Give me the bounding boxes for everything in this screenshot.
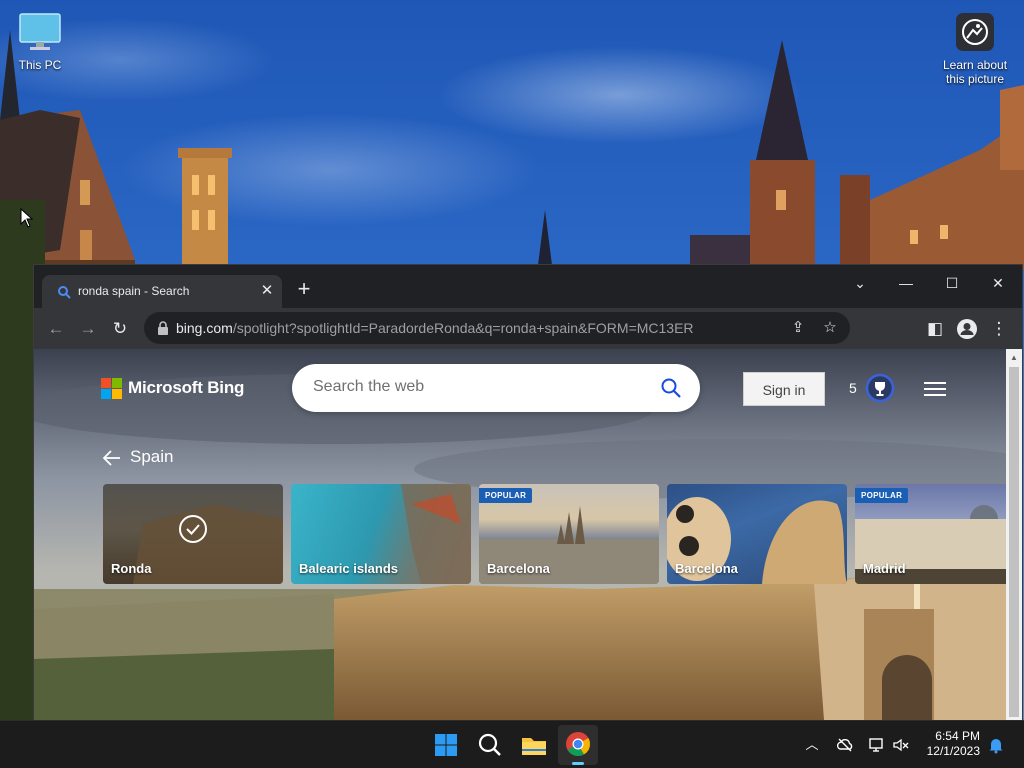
- show-hidden-icons-chevron[interactable]: ︿: [803, 736, 821, 754]
- card-barcelona-2[interactable]: Barcelona: [667, 484, 847, 584]
- tab-strip: ronda spain - Search ✕ + ⌄ — ☐ ✕: [34, 265, 1022, 308]
- rewards-trophy-icon[interactable]: [865, 373, 895, 403]
- this-pc-desktop-icon[interactable]: This PC: [0, 12, 80, 72]
- notification-bell-icon[interactable]: [987, 736, 1005, 754]
- new-tab-button[interactable]: +: [294, 278, 314, 300]
- onedrive-cloud-icon[interactable]: [836, 736, 854, 754]
- back-button[interactable]: ←: [45, 318, 67, 340]
- arrow-left-icon: [102, 450, 120, 466]
- popular-badge: POPULAR: [479, 488, 533, 503]
- wallpaper-spire: [538, 210, 552, 265]
- maximize-button[interactable]: ☐: [932, 269, 972, 297]
- minimize-button[interactable]: —: [886, 269, 926, 297]
- profile-avatar-icon[interactable]: [956, 318, 978, 340]
- share-icon[interactable]: ⇪: [788, 318, 808, 338]
- chrome-window: ronda spain - Search ✕ + ⌄ — ☐ ✕ ← → ↻ b…: [34, 265, 1022, 720]
- file-explorer-icon[interactable]: [518, 729, 550, 761]
- rewards-count: 5: [849, 380, 857, 396]
- lock-icon: [158, 321, 168, 335]
- scroll-up-icon[interactable]: ▲: [1009, 353, 1019, 363]
- card-balearic-islands[interactable]: Balearic islands: [291, 484, 471, 584]
- search-box[interactable]: Search the web: [292, 364, 700, 412]
- forward-button[interactable]: →: [77, 318, 99, 340]
- bing-brand-text: Microsoft Bing: [128, 378, 245, 397]
- bing-spotlight-page: Microsoft Bing Search the web Sign in 5: [34, 349, 1006, 720]
- mouse-cursor-icon: [20, 208, 34, 228]
- tab-title: ronda spain - Search: [78, 284, 190, 298]
- bookmark-star-icon[interactable]: ☆: [820, 318, 840, 338]
- card-label: Balearic islands: [299, 561, 398, 576]
- page-scrollbar[interactable]: ▲: [1006, 349, 1022, 720]
- side-panel-icon[interactable]: ◧: [924, 318, 946, 340]
- close-window-button[interactable]: ✕: [978, 269, 1018, 297]
- clock-date: 12/1/2023: [926, 744, 980, 758]
- tab-search-chevron-icon[interactable]: ⌄: [840, 269, 880, 297]
- scrollbar-thumb[interactable]: [1009, 367, 1019, 717]
- reload-button[interactable]: ↻: [109, 318, 131, 340]
- url-text: bing.com/spotlight?spotlightId=Paradorde…: [176, 320, 694, 336]
- this-pc-label: This PC: [18, 58, 62, 72]
- card-label: Barcelona: [487, 561, 550, 576]
- sign-in-button[interactable]: Sign in: [743, 372, 825, 406]
- taskbar-search-icon[interactable]: [474, 729, 506, 761]
- monitor-icon: [19, 13, 61, 50]
- card-label: Barcelona: [675, 561, 738, 576]
- camera-circle-icon: [956, 13, 994, 51]
- browser-toolbar: ← → ↻ bing.com/spotlight?spotlightId=Par…: [34, 308, 1022, 349]
- chrome-icon: [566, 732, 590, 757]
- search-favicon-icon: [58, 286, 71, 299]
- search-placeholder: Search the web: [313, 378, 425, 395]
- card-madrid[interactable]: POPULAR Madrid: [855, 484, 1006, 584]
- active-app-indicator: [572, 762, 584, 765]
- back-label: Spain: [130, 447, 174, 466]
- card-ronda[interactable]: Ronda: [103, 484, 283, 584]
- windows-taskbar: ︿ 6:54 PM 12/1/2023: [0, 720, 1024, 768]
- tab-ronda-search[interactable]: ronda spain - Search ✕: [42, 275, 282, 308]
- network-icon[interactable]: [868, 736, 886, 754]
- volume-muted-icon[interactable]: [892, 736, 910, 754]
- learn-about-label-line1: Learn about: [942, 58, 1008, 72]
- learn-about-picture-icon[interactable]: Learn about this picture: [935, 12, 1015, 86]
- address-bar[interactable]: bing.com/spotlight?spotlightId=Paradorde…: [144, 312, 850, 344]
- wallpaper-belfry: [178, 148, 232, 270]
- card-label: Ronda: [111, 561, 152, 576]
- url-host: bing.com: [176, 320, 233, 336]
- chrome-taskbar-button[interactable]: [558, 725, 598, 765]
- microsoft-squares-icon: [101, 378, 122, 399]
- learn-about-label-line2: this picture: [945, 72, 1005, 86]
- chrome-menu-icon[interactable]: ⋮: [988, 318, 1010, 340]
- card-barcelona-1[interactable]: POPULAR Barcelona: [479, 484, 659, 584]
- clock-time: 6:54 PM: [935, 729, 980, 743]
- tab-close-icon[interactable]: ✕: [258, 282, 276, 300]
- start-windows-icon[interactable]: [430, 729, 462, 761]
- search-icon[interactable]: [660, 377, 682, 399]
- taskbar-clock[interactable]: 6:54 PM 12/1/2023: [916, 729, 980, 759]
- selected-check-icon: [179, 515, 207, 543]
- url-path: /spotlight?spotlightId=ParadordeRonda&q=…: [232, 320, 694, 336]
- card-label: Madrid: [863, 561, 906, 576]
- popular-badge: POPULAR: [855, 488, 909, 503]
- hamburger-menu-icon[interactable]: [924, 381, 946, 397]
